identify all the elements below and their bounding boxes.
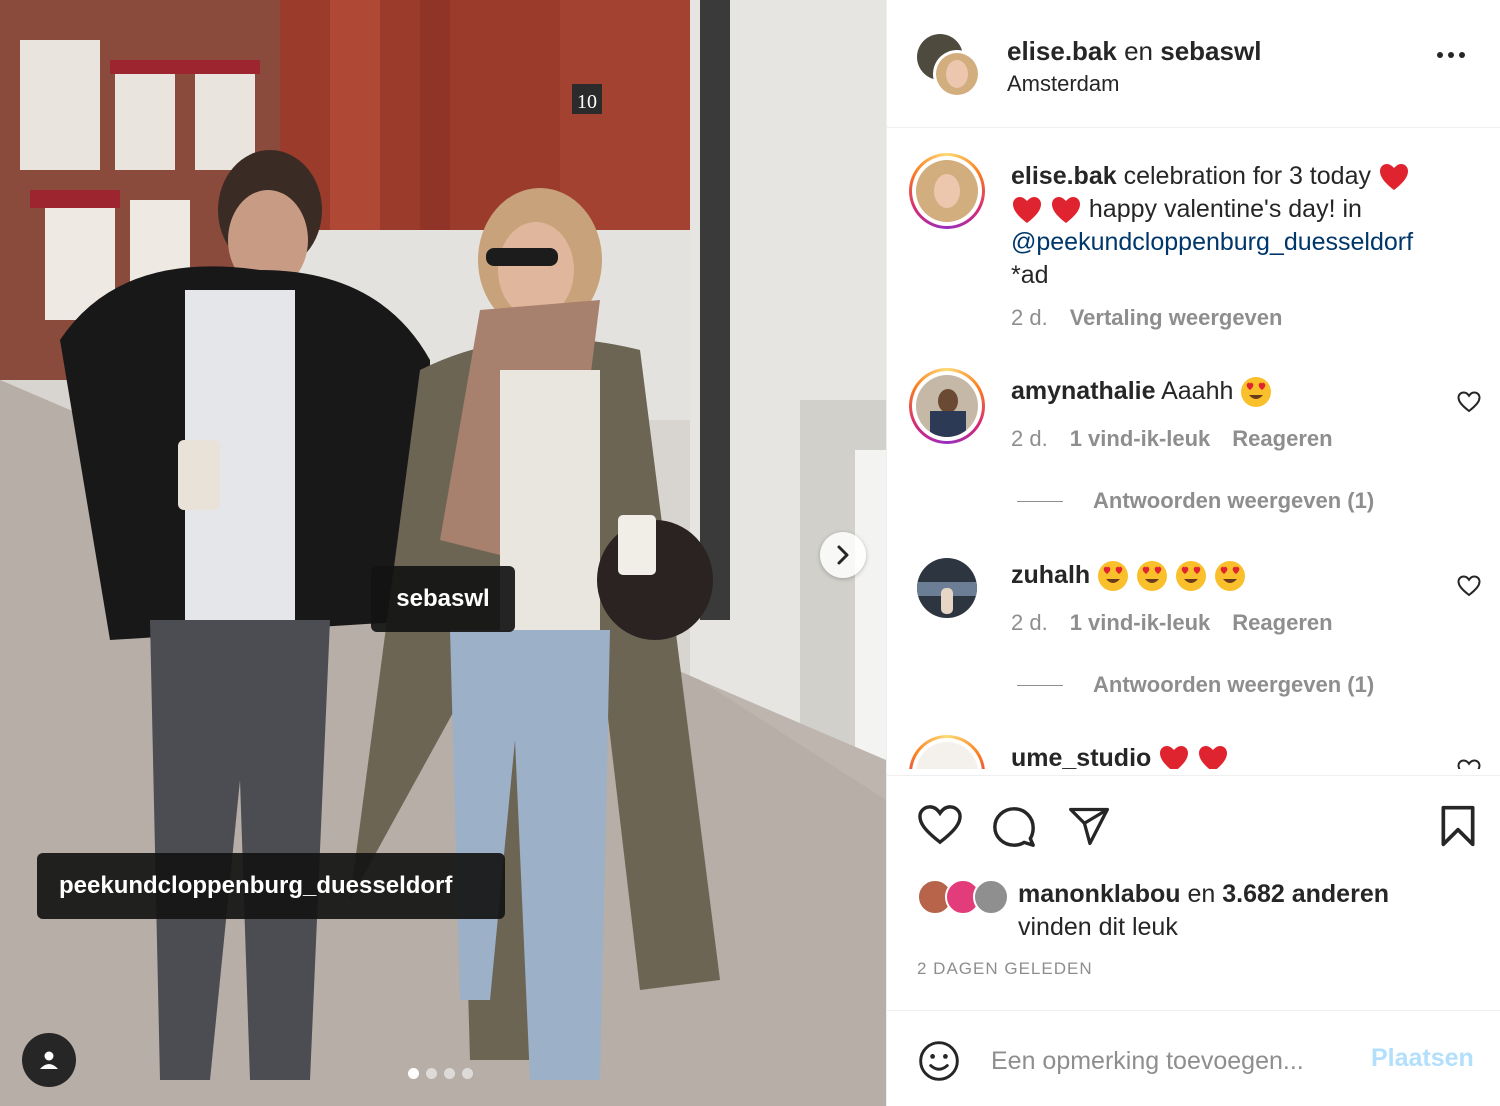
chevron-right-icon — [837, 545, 849, 565]
liker-username[interactable]: manonklabou — [1018, 880, 1181, 908]
heart-icon[interactable] — [1457, 391, 1481, 413]
comment-text: zuhalh — [1011, 559, 1246, 592]
post-timestamp[interactable]: 2 DAGEN GELEDEN — [917, 959, 1093, 979]
heart-eyes-emoji-icon — [1137, 561, 1168, 592]
red-heart-emoji-icon — [1160, 746, 1189, 769]
user-tag-peekundcloppenburg[interactable]: peekundcloppenburg_duesseldorf — [37, 853, 505, 919]
author-link-elise-bak[interactable]: elise.bak — [1007, 36, 1117, 66]
translate-button[interactable]: Vertaling weergeven — [1070, 305, 1283, 331]
comment-username[interactable]: zuhalh — [1011, 561, 1090, 589]
comment-text: amynathalie Aaahh — [1011, 375, 1272, 408]
comment-time[interactable]: 2 d. — [1011, 426, 1048, 452]
caption-avatar[interactable] — [909, 153, 985, 229]
post-header: elise.bak en sebaswl Amsterdam — [887, 0, 1500, 128]
comment-avatar-amynathalie[interactable] — [909, 368, 985, 444]
comment-time[interactable]: 2 d. — [1011, 610, 1048, 636]
post-actions: manonklabou en 3.682 anderen vinden dit … — [887, 775, 1500, 1010]
reply-button[interactable]: Reageren — [1232, 610, 1332, 636]
add-comment-bar: Plaatsen — [887, 1010, 1500, 1106]
comment-avatar-ume-studio[interactable] — [909, 735, 985, 769]
photo-scene: 10 — [0, 0, 886, 1106]
caption-text: elise.bak celebration for 3 today happy … — [1011, 160, 1471, 292]
comment-username[interactable]: ume_studio — [1011, 744, 1151, 769]
user-tag-label: peekundcloppenburg_duesseldorf — [59, 872, 453, 899]
heart-icon[interactable] — [1457, 759, 1481, 769]
replies-divider — [1017, 684, 1063, 686]
red-heart-emoji-icon — [1013, 197, 1041, 224]
likes-count-link[interactable]: 3.682 anderen — [1222, 880, 1389, 908]
view-replies-button[interactable]: Antwoorden weergeven (1) — [1017, 488, 1374, 514]
heart-eyes-emoji-icon — [1176, 561, 1207, 592]
view-replies-button[interactable]: Antwoorden weergeven (1) — [1017, 672, 1374, 698]
carousel-dot — [444, 1068, 455, 1079]
comment-avatar-zuhalh[interactable] — [917, 558, 977, 618]
comment-username[interactable]: amynathalie — [1011, 377, 1156, 405]
comment-input[interactable] — [991, 1041, 1351, 1081]
comment-meta: 2 d. 1 vind-ik-leuk Reageren — [1011, 426, 1333, 452]
reply-button[interactable]: Reageren — [1232, 426, 1332, 452]
heart-eyes-emoji-icon — [1214, 561, 1245, 592]
carousel-dot — [426, 1068, 437, 1079]
heart-eyes-emoji-icon — [1098, 561, 1129, 592]
share-icon[interactable] — [1067, 804, 1111, 848]
red-heart-emoji-icon — [1199, 746, 1228, 769]
caption-line-3: *ad — [1011, 261, 1049, 289]
comment-likes[interactable]: 1 vind-ik-leuk — [1070, 426, 1211, 452]
instagram-post-view: 10 sebaswl peekundcloppenburg_duesseldor… — [0, 0, 1500, 1106]
comments-list[interactable]: elise.bak celebration for 3 today happy … — [887, 129, 1500, 769]
user-tag-label: sebaswl — [396, 585, 490, 612]
caption-line-2: happy valentine's day! in — [1088, 195, 1362, 223]
carousel-next-button[interactable] — [820, 532, 866, 578]
view-replies-label: Antwoorden weergeven (1) — [1093, 672, 1375, 697]
show-tags-button[interactable] — [22, 1033, 76, 1087]
comment-likes[interactable]: 1 vind-ik-leuk — [1070, 610, 1211, 636]
smiley-icon[interactable] — [917, 1039, 961, 1083]
author-link-sebaswl[interactable]: sebaswl — [1160, 36, 1261, 66]
caption-username[interactable]: elise.bak — [1011, 162, 1117, 190]
user-tag-sebaswl[interactable]: sebaswl — [371, 566, 515, 632]
carousel-indicator — [408, 1068, 473, 1079]
liker-avatar — [973, 879, 1009, 915]
post-authors: elise.bak en sebaswl — [1007, 36, 1261, 67]
authors-joiner: en — [1124, 36, 1154, 66]
comment-meta: 2 d. 1 vind-ik-leuk Reageren — [1011, 610, 1333, 636]
post-location[interactable]: Amsterdam — [1007, 71, 1119, 97]
heart-eyes-emoji-icon — [1241, 377, 1272, 408]
comment-body: Aaahh — [1161, 377, 1234, 405]
caption-line-1: celebration for 3 today — [1123, 162, 1371, 190]
comment-icon[interactable] — [991, 804, 1037, 850]
caption-meta: 2 d. Vertaling weergeven — [1011, 305, 1282, 331]
more-options-icon[interactable] — [1437, 52, 1465, 58]
bookmark-icon[interactable] — [1439, 804, 1477, 848]
likers-avatars[interactable] — [917, 877, 1011, 917]
red-heart-emoji-icon — [1379, 164, 1408, 191]
house-number: 10 — [577, 91, 597, 113]
heart-icon[interactable] — [917, 804, 963, 846]
view-replies-label: Antwoorden weergeven (1) — [1093, 488, 1375, 513]
comment-text: ume_studio — [1011, 742, 1229, 769]
caption-time[interactable]: 2 d. — [1011, 305, 1048, 331]
likes-suffix: vinden dit leuk — [1018, 913, 1178, 941]
post-photo[interactable]: 10 sebaswl peekundcloppenburg_duesseldor… — [0, 0, 886, 1106]
carousel-dot — [462, 1068, 473, 1079]
likes-joiner: en — [1187, 880, 1216, 908]
user-tag-icon — [40, 1051, 58, 1069]
carousel-dot-active — [408, 1068, 419, 1079]
collab-avatars[interactable] — [917, 34, 981, 98]
post-side-panel: elise.bak en sebaswl Amsterdam elise.bak… — [886, 0, 1500, 1106]
replies-divider — [1017, 500, 1063, 502]
likes-summary: manonklabou en 3.682 anderen vinden dit … — [1018, 878, 1389, 944]
avatar-elise-bak[interactable] — [933, 50, 981, 98]
heart-icon[interactable] — [1457, 575, 1481, 597]
red-heart-emoji-icon — [1051, 197, 1080, 224]
post-comment-button[interactable]: Plaatsen — [1371, 1044, 1474, 1073]
caption-mention-link[interactable]: @peekundcloppenburg_duesseldorf — [1011, 228, 1413, 256]
